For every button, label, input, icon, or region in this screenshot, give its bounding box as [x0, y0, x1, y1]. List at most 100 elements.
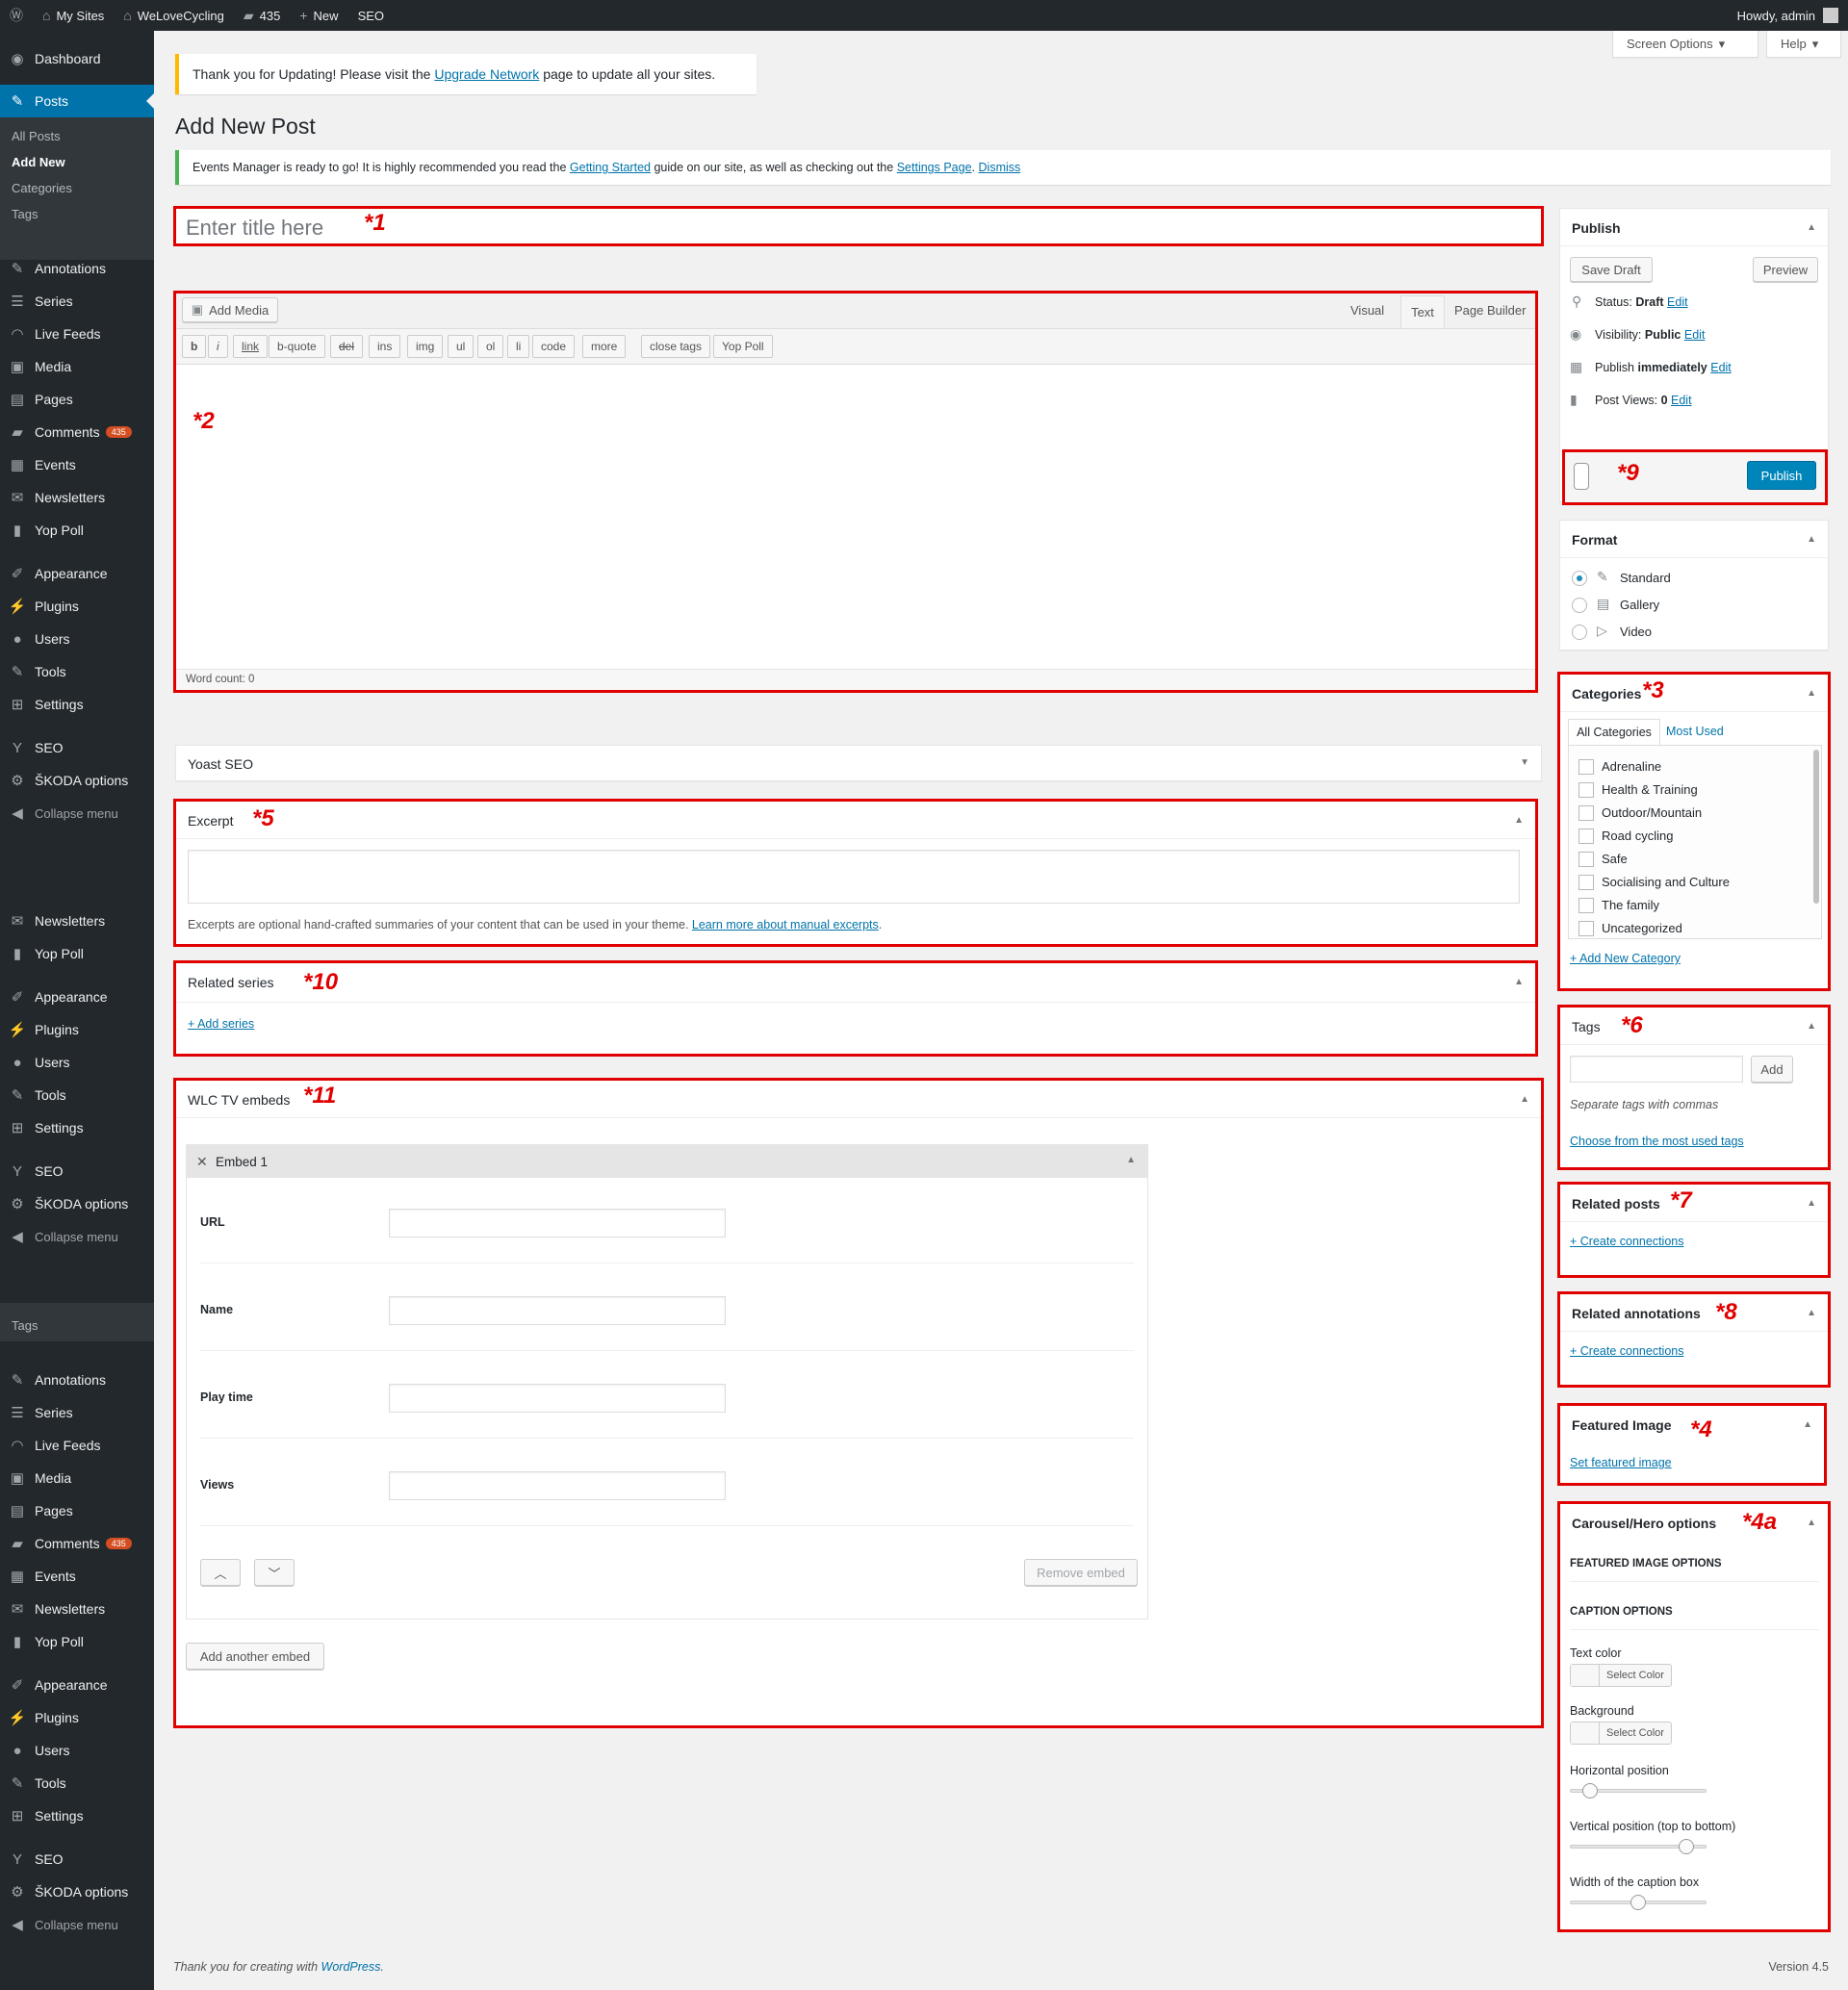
caret-up-icon[interactable]: ▲: [1807, 222, 1816, 233]
tab-page-builder[interactable]: Page Builder: [1454, 303, 1526, 318]
move-down-button[interactable]: ﹀: [254, 1559, 295, 1586]
menu-settings[interactable]: ⊞ Settings: [0, 1111, 154, 1144]
menu-media[interactable]: ▣ Media: [0, 1462, 154, 1494]
submenu-tags[interactable]: Tags: [0, 1313, 154, 1339]
menu-media[interactable]: ▣ Media: [0, 350, 154, 383]
menu-yop-poll[interactable]: ▮ Yop Poll: [0, 937, 154, 970]
set-featured-image-link[interactable]: Set featured image: [1570, 1456, 1672, 1469]
embed-views-input[interactable]: [389, 1471, 726, 1500]
tab-text[interactable]: Text: [1400, 295, 1445, 328]
qt-ul-button[interactable]: ul: [448, 335, 475, 358]
format-standard-radio[interactable]: [1572, 571, 1587, 586]
tab-all-categories[interactable]: All Categories: [1568, 719, 1660, 746]
menu-plugins[interactable]: ⚡ Plugins: [0, 590, 154, 623]
menu-pages[interactable]: ▤ Pages: [0, 383, 154, 416]
horizontal-position-slider[interactable]: [1570, 1783, 1707, 1799]
submenu-all-posts[interactable]: All Posts: [0, 123, 154, 149]
category-checkbox[interactable]: [1578, 805, 1594, 821]
caret-up-icon[interactable]: ▲: [1807, 1518, 1816, 1528]
collapse-menu-button[interactable]: ◀ Collapse menu: [0, 797, 154, 829]
text-color-picker[interactable]: Select Color: [1570, 1664, 1672, 1687]
menu-plugins[interactable]: ⚡ Plugins: [0, 1013, 154, 1046]
comments-menu[interactable]: ▰ 435: [234, 0, 290, 31]
menu-users[interactable]: ● Users: [0, 623, 154, 655]
excerpt-textarea[interactable]: [188, 850, 1520, 904]
menu-settings[interactable]: ⊞ Settings: [0, 688, 154, 721]
menu-seo[interactable]: Y SEO: [0, 1843, 154, 1875]
qt-italic-button[interactable]: i: [208, 335, 228, 358]
add-another-embed-button[interactable]: Add another embed: [186, 1643, 324, 1670]
categories-scrollbar[interactable]: [1813, 750, 1819, 904]
edit-status-link[interactable]: Edit: [1667, 295, 1688, 309]
caption-width-slider[interactable]: [1570, 1895, 1707, 1910]
editor-textarea[interactable]: [176, 365, 1535, 671]
caret-up-icon[interactable]: ▲: [1807, 1021, 1816, 1032]
menu-newsletters[interactable]: ✉ Newsletters: [0, 1593, 154, 1625]
collapse-menu-button[interactable]: ◀ Collapse menu: [0, 1220, 154, 1253]
seo-menu[interactable]: SEO: [348, 0, 394, 31]
tab-visual[interactable]: Visual: [1350, 303, 1384, 318]
caret-up-icon[interactable]: ▲: [1126, 1155, 1136, 1165]
menu-tools[interactable]: ✎ Tools: [0, 1767, 154, 1799]
new-content-menu[interactable]: + New: [290, 0, 347, 31]
create-connections-link[interactable]: + Create connections: [1570, 1344, 1683, 1358]
qt-img-button[interactable]: img: [407, 335, 444, 358]
menu-users[interactable]: ● Users: [0, 1046, 154, 1079]
collapse-menu-button[interactable]: ◀ Collapse menu: [0, 1908, 154, 1941]
menu-skoda-options[interactable]: ⚙ ŠKODA options: [0, 1187, 154, 1220]
menu-users[interactable]: ● Users: [0, 1734, 154, 1767]
menu-events[interactable]: ▦ Events: [0, 448, 154, 481]
qt-yop-poll-button[interactable]: Yop Poll: [713, 335, 773, 358]
menu-pages[interactable]: ▤ Pages: [0, 1494, 154, 1527]
caret-up-icon[interactable]: ▲: [1807, 534, 1816, 545]
preview-button[interactable]: Preview: [1753, 257, 1818, 282]
menu-skoda-options[interactable]: ⚙ ŠKODA options: [0, 1875, 154, 1908]
menu-events[interactable]: ▦ Events: [0, 1560, 154, 1593]
qt-link-button[interactable]: link: [233, 335, 269, 358]
caret-up-icon[interactable]: ▲: [1520, 1094, 1529, 1105]
category-checkbox[interactable]: [1578, 898, 1594, 913]
tag-input[interactable]: [1570, 1056, 1743, 1083]
qt-li-button[interactable]: li: [507, 335, 530, 358]
slider-handle[interactable]: [1678, 1839, 1694, 1854]
caret-up-icon[interactable]: ▲: [1807, 1198, 1816, 1209]
wordpress-link[interactable]: WordPress: [321, 1960, 381, 1974]
caret-up-icon[interactable]: ▲: [1807, 1308, 1816, 1318]
menu-tools[interactable]: ✎ Tools: [0, 655, 154, 688]
format-video-radio[interactable]: [1572, 625, 1587, 640]
menu-live-feeds[interactable]: ◠ Live Feeds: [0, 318, 154, 350]
menu-live-feeds[interactable]: ◠ Live Feeds: [0, 1429, 154, 1462]
submenu-tags[interactable]: Tags: [0, 201, 154, 227]
qt-code-button[interactable]: code: [532, 335, 576, 358]
caret-up-icon[interactable]: ▲: [1514, 977, 1524, 987]
edit-publish-date-link[interactable]: Edit: [1710, 361, 1732, 374]
site-name-menu[interactable]: ⌂ WeLoveCycling: [114, 0, 234, 31]
embed-header[interactable]: ✕ Embed 1 ▲: [187, 1145, 1147, 1178]
upgrade-network-link[interactable]: Upgrade Network: [434, 66, 539, 82]
caret-up-icon[interactable]: ▲: [1807, 688, 1816, 699]
create-connections-link[interactable]: + Create connections: [1570, 1235, 1683, 1248]
category-checkbox[interactable]: [1578, 852, 1594, 867]
yoast-seo-box[interactable]: Yoast SEO ▼: [175, 745, 1542, 781]
embed-url-input[interactable]: [389, 1209, 726, 1237]
embed-play-time-input[interactable]: [389, 1384, 726, 1413]
qt-close-tags-button[interactable]: close tags: [641, 335, 711, 358]
my-sites-menu[interactable]: ⌂ My Sites: [33, 0, 114, 31]
edit-post-views-link[interactable]: Edit: [1671, 394, 1692, 407]
menu-yop-poll[interactable]: ▮ Yop Poll: [0, 514, 154, 547]
menu-seo[interactable]: Y SEO: [0, 1155, 154, 1187]
category-checkbox[interactable]: [1578, 875, 1594, 890]
qt-bquote-button[interactable]: b-quote: [269, 335, 325, 358]
slider-handle[interactable]: [1630, 1895, 1646, 1910]
add-new-category-link[interactable]: + Add New Category: [1570, 952, 1681, 965]
help-button[interactable]: Help ▾: [1766, 31, 1841, 58]
add-media-button[interactable]: ▣ Add Media: [182, 297, 278, 322]
menu-appearance[interactable]: ✐ Appearance: [0, 981, 154, 1013]
menu-seo[interactable]: Y SEO: [0, 731, 154, 764]
qt-del-button[interactable]: del: [330, 335, 364, 358]
menu-comments[interactable]: ▰ Comments 435: [0, 416, 154, 448]
choose-most-used-tags-link[interactable]: Choose from the most used tags: [1570, 1135, 1744, 1148]
category-checkbox[interactable]: [1578, 759, 1594, 775]
menu-comments[interactable]: ▰ Comments 435: [0, 1527, 154, 1560]
submenu-categories[interactable]: Categories: [0, 175, 154, 201]
